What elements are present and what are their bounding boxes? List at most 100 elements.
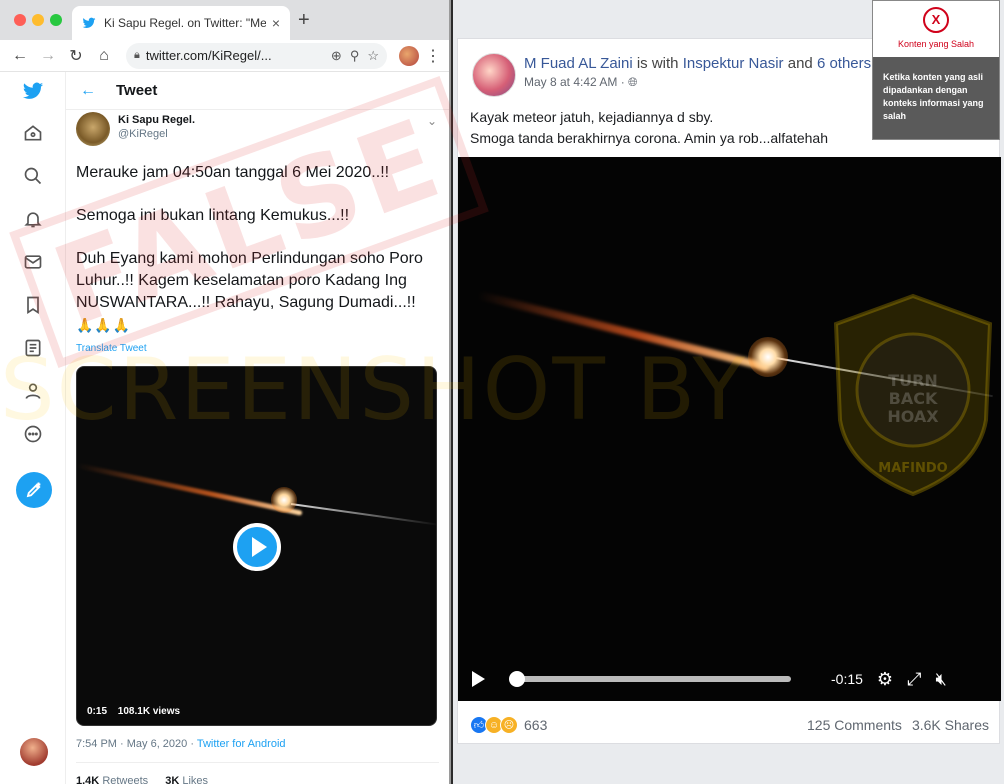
author-avatar[interactable] — [76, 112, 110, 146]
explore-icon[interactable] — [20, 163, 46, 189]
twitter-sidebar — [0, 72, 66, 784]
chevron-down-icon[interactable]: ⌄ — [427, 114, 437, 128]
new-tab-button[interactable]: + — [298, 9, 310, 32]
likes-stat[interactable]: 3K Likes — [165, 775, 208, 784]
tweet-paragraph: Duh Eyang kami mohon Perlindungan soho P… — [76, 250, 423, 311]
home-icon[interactable]: ⌂ — [92, 47, 116, 65]
tab-close-icon[interactable]: × — [272, 15, 280, 31]
tweet-source[interactable]: Twitter for Android — [197, 738, 286, 750]
profile-avatar[interactable] — [399, 45, 419, 66]
browser-tab[interactable]: Ki Sapu Regel. on Twitter: "Me × — [72, 6, 290, 40]
tweet-text: Merauke jam 04:50an tanggal 6 Mei 2020..… — [66, 156, 449, 360]
back-arrow-icon[interactable]: ← — [80, 82, 96, 100]
time-remaining: -0:15 — [831, 671, 863, 687]
kebab-menu-icon[interactable]: ⋮ — [425, 46, 441, 66]
tweet-paragraph: Semoga ini bukan lintang Kemukus...!! — [76, 207, 350, 224]
fact-check-label: X Konten yang Salah Ketika konten yang a… — [872, 0, 1000, 140]
video-meta: 0:15 108.1K views — [87, 706, 188, 717]
tweet-detail: ← Tweet Ki Sapu Regel. @KiRegel ⌄ Merauk… — [66, 72, 449, 784]
browser-window: Ki Sapu Regel. on Twitter: "Me × + ← → ↻… — [0, 0, 451, 784]
url-text[interactable]: twitter.com/KiRegel/... — [146, 48, 323, 63]
back-arrow-icon[interactable]: ← — [8, 47, 32, 65]
post-footer: 👍︎ ☺ ☹ 663 125 Comments 3.6K Shares — [458, 713, 1001, 737]
reload-icon[interactable]: ↻ — [64, 46, 88, 66]
play-icon — [251, 537, 267, 557]
globe-icon: 🌐︎ — [628, 75, 638, 89]
twitter-page: ← Tweet Ki Sapu Regel. @KiRegel ⌄ Merauk… — [0, 72, 449, 784]
retweets-stat[interactable]: 1.4K Retweets — [76, 775, 148, 784]
more-icon[interactable] — [20, 421, 46, 447]
notifications-icon[interactable] — [20, 206, 46, 232]
forward-arrow-icon[interactable]: → — [36, 47, 60, 65]
zoom-icon[interactable]: ⚲ — [350, 48, 360, 64]
translate-tweet-link[interactable]: Translate Tweet — [76, 338, 437, 360]
tweet-video[interactable]: 0:15 108.1K views — [76, 366, 437, 726]
play-button[interactable] — [233, 523, 281, 571]
meteor-tail — [775, 357, 993, 398]
x-mark-icon: X — [923, 7, 949, 33]
mute-icon[interactable]: 🔇︎ — [935, 669, 946, 690]
post-video[interactable]: -0:15 ⚙ ⤢ 🔇︎ — [458, 157, 1001, 701]
reaction-icons[interactable]: 👍︎ ☺ ☹ — [470, 716, 518, 734]
profile-icon[interactable] — [20, 378, 46, 404]
others-link[interactable]: 6 others — [817, 55, 871, 72]
twitter-logo-icon[interactable] — [20, 78, 46, 104]
meteor-streak — [477, 291, 771, 372]
poster-avatar[interactable] — [472, 53, 516, 97]
close-window-button[interactable] — [14, 14, 26, 26]
progress-bar[interactable] — [509, 671, 791, 687]
progress-knob[interactable] — [509, 671, 525, 687]
video-duration: 0:15 — [87, 706, 108, 717]
likes-count: 3K — [165, 775, 180, 784]
meteor-streak — [77, 463, 303, 516]
shares-count[interactable]: 3.6K Shares — [912, 717, 989, 733]
author-name[interactable]: Ki Sapu Regel. — [118, 114, 449, 126]
tweet-author: Ki Sapu Regel. @KiRegel ⌄ — [66, 110, 449, 156]
gear-icon[interactable]: ⚙ — [877, 669, 893, 690]
video-controls: -0:15 ⚙ ⤢ 🔇︎ — [458, 657, 1001, 701]
tweet-date[interactable]: 7:54 PM · May 6, 2020 · — [76, 738, 197, 750]
meteor-glow — [748, 337, 788, 377]
add-icon[interactable]: ⊕ — [331, 48, 342, 64]
home-icon[interactable] — [20, 120, 46, 146]
meteor-glow — [271, 487, 297, 513]
address-toolbar: ← → ↻ ⌂ 🔒︎ twitter.com/KiRegel/... ⊕ ⚲ ☆… — [0, 40, 449, 72]
folded-hands-emoji: 🙏🙏🙏 — [76, 317, 132, 333]
tab-title: Ki Sapu Regel. on Twitter: "Me — [104, 16, 266, 30]
minimize-window-button[interactable] — [32, 14, 44, 26]
post-date[interactable]: May 8 at 4:42 AM · — [524, 75, 628, 89]
tab-bar: Ki Sapu Regel. on Twitter: "Me × + — [0, 0, 449, 40]
label-title: Konten yang Salah — [897, 39, 975, 49]
maximize-window-button[interactable] — [50, 14, 62, 26]
retweets-count: 1.4K — [76, 775, 100, 784]
twitter-favicon-icon — [82, 17, 96, 29]
lock-icon: 🔒︎ — [134, 49, 140, 61]
comments-count[interactable]: 125 Comments — [807, 717, 902, 733]
likes-label: Likes — [182, 775, 209, 784]
account-avatar[interactable] — [20, 738, 48, 766]
bookmarks-icon[interactable] — [20, 292, 46, 318]
compose-tweet-icon[interactable] — [16, 472, 52, 508]
screenshot-root: Ki Sapu Regel. on Twitter: "Me × + ← → ↻… — [0, 0, 1004, 784]
messages-icon[interactable] — [20, 249, 46, 275]
author-handle[interactable]: @KiRegel — [118, 128, 449, 140]
poster-name[interactable]: M Fuad AL Zaini — [524, 55, 633, 72]
tweet-stats: 1.4K Retweets 3K Likes — [76, 775, 439, 784]
tweet-header: ← Tweet — [66, 72, 449, 110]
retweets-label: Retweets — [102, 775, 149, 784]
sad-reaction-icon: ☹ — [500, 716, 518, 734]
star-icon[interactable]: ☆ — [367, 48, 379, 64]
fullscreen-icon[interactable]: ⤢ — [907, 669, 921, 690]
facebook-post: M Fuad AL Zaini is with Inspektur Nasir … — [457, 38, 1001, 744]
tagged-user[interactable]: Inspektur Nasir — [683, 55, 784, 72]
and-text: and — [783, 55, 817, 72]
reactions-count[interactable]: 663 — [524, 717, 547, 733]
video-views: 108.1K views — [117, 706, 181, 717]
address-bar[interactable]: 🔒︎ twitter.com/KiRegel/... ⊕ ⚲ ☆ — [126, 42, 387, 69]
play-icon[interactable] — [472, 671, 485, 687]
tweet-timestamp: 7:54 PM · May 6, 2020 · Twitter for Andr… — [76, 738, 439, 750]
label-header: X Konten yang Salah — [873, 1, 999, 57]
page-title: Tweet — [116, 82, 158, 99]
facebook-screenshot: M Fuad AL Zaini is with Inspektur Nasir … — [453, 0, 1004, 784]
lists-icon[interactable] — [20, 335, 46, 361]
